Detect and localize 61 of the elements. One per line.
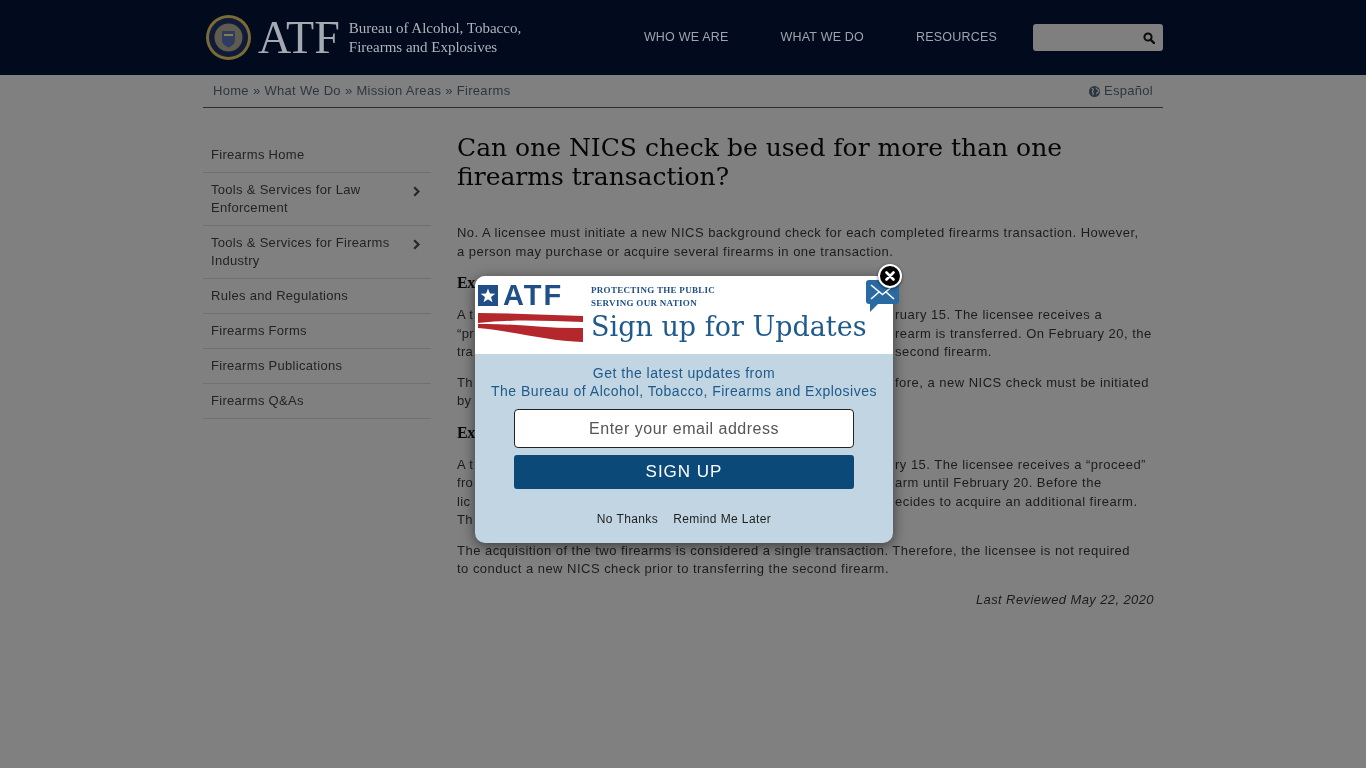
text-fragment: Th bbox=[457, 511, 473, 529]
stripes-icon bbox=[478, 313, 583, 342]
sidebar-item[interactable]: Rules and Regulations bbox=[203, 279, 431, 314]
last-reviewed-date: Last Reviewed May 22, 2020 bbox=[975, 590, 1154, 609]
popup-logo-text: ATF bbox=[503, 285, 564, 306]
language-link[interactable]: Español bbox=[1088, 81, 1153, 101]
nav-link[interactable]: RESOURCES bbox=[916, 28, 997, 47]
text-fragment: “pr bbox=[457, 324, 474, 343]
breadcrumb-link[interactable]: Firearms bbox=[456, 81, 511, 101]
nav-link[interactable]: WHO WE ARE bbox=[643, 28, 729, 47]
tagline-text: SERVING OUR NATION bbox=[591, 296, 698, 309]
agency-name: Bureau of Alcohol, Tobacco, Firearms and Explosives bbox=[348, 18, 523, 57]
sidebar-item[interactable]: Tools & Services for Firearms Industry bbox=[203, 226, 431, 279]
sidebar-item[interactable]: Firearms Q&As bbox=[203, 384, 431, 419]
nav-link[interactable]: WHAT WE DO bbox=[780, 28, 864, 47]
text-fragment: arm until February 20. Before the bbox=[895, 474, 1102, 492]
star-icon bbox=[478, 285, 498, 306]
breadcrumb-link[interactable]: Mission Areas bbox=[356, 81, 442, 101]
sidebar-item[interactable]: Firearms Home bbox=[203, 138, 431, 173]
popup-link[interactable]: Remind Me Later bbox=[673, 511, 772, 527]
popup-title: Sign up for Updates bbox=[591, 310, 867, 344]
site-logo-text: ATF bbox=[258, 14, 340, 61]
text-fragment: A t bbox=[457, 306, 474, 324]
text-fragment: lic bbox=[457, 492, 471, 511]
email-field[interactable]: Enter your email address bbox=[514, 409, 854, 448]
popup-link[interactable]: No Thanks bbox=[596, 511, 659, 527]
text-fragment: ry 15. The licensee receives a “proceed” bbox=[895, 455, 1146, 474]
close-button[interactable] bbox=[878, 264, 902, 288]
text-fragment: second firearm. bbox=[895, 343, 992, 361]
sign-up-button[interactable]: SIGN UP bbox=[514, 455, 854, 489]
tagline-text: PROTECTING THE PUBLIC bbox=[591, 284, 717, 297]
text-fragment: fore, a new NICS check must be initiated bbox=[895, 373, 1150, 392]
article-title: Can one NICS check be used for more than one firearms transaction? bbox=[457, 133, 1064, 191]
text-fragment: Th bbox=[457, 373, 473, 392]
emblem-icon bbox=[206, 15, 251, 60]
popup-intro: Get the latest updates from The Bureau of Alcohol, Tobacco, Firearms and Explosives bbox=[491, 364, 877, 400]
close-icon bbox=[885, 271, 895, 281]
heading-fragment: Ex bbox=[457, 422, 475, 443]
globe-icon bbox=[1088, 85, 1100, 97]
breadcrumb-separator: » bbox=[344, 82, 353, 101]
breadcrumb-link[interactable]: What We Do bbox=[264, 81, 341, 101]
body-paragraph: No. A licensee must initiate a new NICS background check for each completed firearms transaction. However, a person may purchase or acquire several firearms in one transaction. bbox=[457, 224, 1140, 261]
text-fragment: ruary 15. The licensee receives a bbox=[895, 306, 1103, 324]
text-fragment: ecides to acquire an additional firearm. bbox=[895, 492, 1138, 511]
text-fragment: A t bbox=[457, 455, 474, 474]
text-fragment: tra bbox=[457, 343, 474, 361]
breadcrumb-separator: » bbox=[445, 82, 453, 101]
search-field[interactable] bbox=[1033, 24, 1163, 51]
sidebar-item[interactable]: Tools & Services for Law Enforcement bbox=[203, 173, 431, 226]
sidebar-item[interactable]: Firearms Forms bbox=[203, 314, 431, 349]
chevron-right-icon bbox=[413, 186, 420, 197]
breadcrumb-link[interactable]: Home bbox=[213, 81, 249, 101]
chevron-right-icon bbox=[413, 239, 420, 250]
body-paragraph: The acquisition of the two firearms is considered a single transaction. Therefore, the licensee is not required to conduct a new NICS check prior to transferring the second firearm. bbox=[457, 541, 1132, 578]
text-fragment: rearm is transferred. On February 20, the bbox=[895, 324, 1152, 343]
breadcrumb-separator: » bbox=[252, 82, 261, 101]
heading-fragment: Ex bbox=[457, 273, 475, 293]
search-icon bbox=[1143, 31, 1155, 44]
sidebar-item[interactable]: Firearms Publications bbox=[203, 349, 431, 384]
text-fragment: by bbox=[457, 392, 472, 410]
text-fragment: fro bbox=[457, 474, 474, 492]
